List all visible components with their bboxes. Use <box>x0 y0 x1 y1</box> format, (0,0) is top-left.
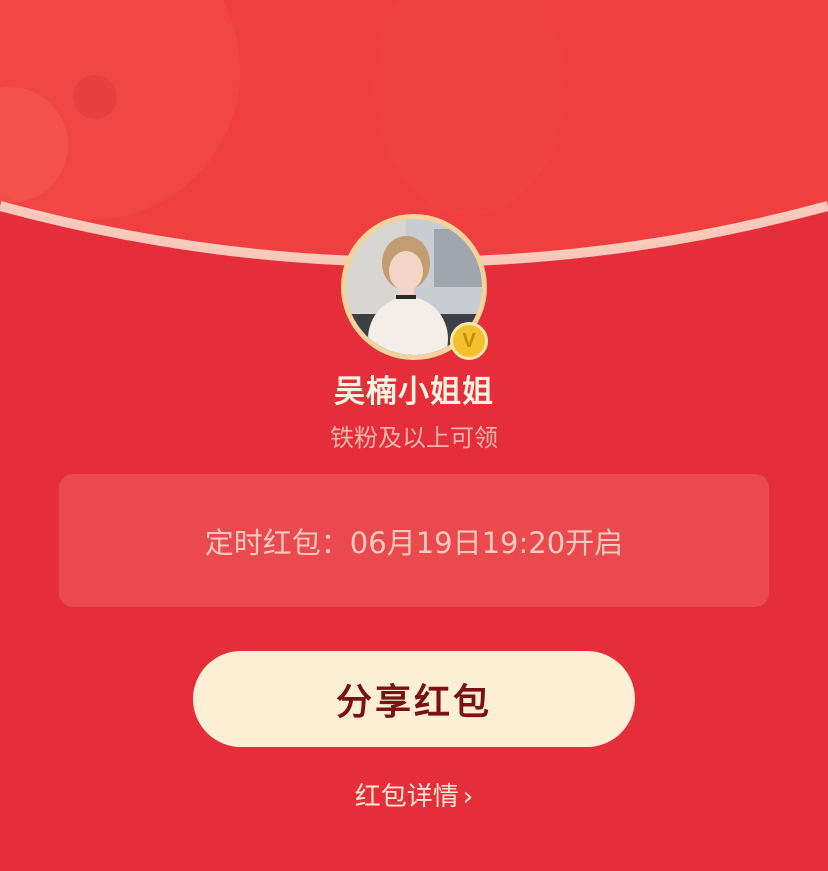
chevron-right-icon: › <box>462 782 474 812</box>
verified-badge-icon: V <box>450 322 488 360</box>
claim-condition: 铁粉及以上可领 <box>330 424 498 452</box>
share-button-label: 分享红包 <box>335 681 492 722</box>
timer-panel: 定时红包：06月19日19:20开启 <box>59 474 769 607</box>
timer-text: 定时红包：06月19日19:20开启 <box>204 525 624 560</box>
details-link[interactable]: 红包详情 › <box>0 776 828 813</box>
share-button[interactable]: 分享红包 <box>193 651 635 747</box>
details-link-label: 红包详情 <box>354 782 459 812</box>
verified-badge-letter: V <box>462 330 476 352</box>
sender-name: 吴楠小姐姐 <box>334 374 494 410</box>
